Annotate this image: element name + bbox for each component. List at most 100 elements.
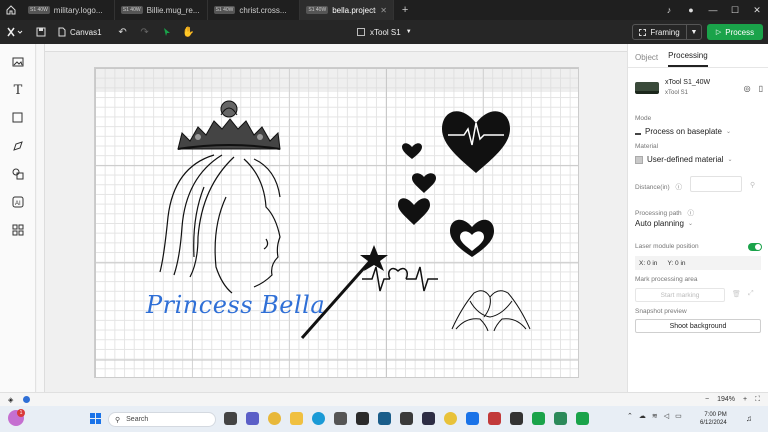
design-art[interactable] bbox=[94, 67, 579, 378]
tab-object[interactable]: Object bbox=[635, 53, 658, 67]
app-menu-icon[interactable] bbox=[0, 20, 30, 44]
mail-icon[interactable] bbox=[466, 412, 479, 425]
new-tab-icon[interactable]: + bbox=[394, 4, 416, 16]
taskbar-search[interactable]: ⚲ Search bbox=[108, 412, 216, 427]
select-tool-icon[interactable] bbox=[156, 20, 178, 44]
tab-bella[interactable]: S1 40W bella.projects ✕ bbox=[300, 0, 394, 20]
app-icon[interactable] bbox=[378, 412, 391, 425]
snapshot-label: Snapshot preview bbox=[635, 308, 687, 315]
redo-icon[interactable]: ↷ bbox=[134, 20, 156, 44]
hand-tool-icon[interactable]: ✋ bbox=[178, 20, 200, 44]
app-icon[interactable] bbox=[532, 412, 545, 425]
maximize-icon[interactable]: ☐ bbox=[724, 5, 746, 16]
task-view-icon[interactable] bbox=[224, 412, 237, 425]
app-icon[interactable] bbox=[356, 412, 369, 425]
file-icon bbox=[58, 27, 66, 37]
xtool-app-icon[interactable] bbox=[576, 412, 589, 425]
tab-military[interactable]: S1 40W military.logo... bbox=[22, 0, 115, 20]
canvas-selector[interactable]: Canvas1 bbox=[58, 27, 102, 37]
path-select[interactable]: Auto planning ⌄ bbox=[635, 219, 693, 228]
volume-icon[interactable]: ◁ bbox=[664, 412, 669, 420]
expand-icon[interactable]: ⤢ bbox=[748, 290, 754, 298]
windows-start-icon[interactable] bbox=[90, 413, 101, 424]
trash-icon[interactable]: 🗑 bbox=[732, 290, 741, 298]
zoom-in-icon[interactable]: + bbox=[743, 396, 747, 403]
framing-button[interactable]: Framing ▼ bbox=[632, 24, 702, 40]
apps-icon[interactable] bbox=[10, 222, 26, 238]
close-window-icon[interactable]: ✕ bbox=[746, 5, 768, 16]
image-icon[interactable] bbox=[10, 54, 26, 70]
info-icon[interactable]: ⓘ bbox=[687, 210, 694, 217]
device-selector[interactable]: xTool S1 ▼ bbox=[357, 20, 412, 44]
user-icon[interactable]: ● bbox=[680, 5, 702, 15]
laser-position-toggle[interactable] bbox=[748, 243, 762, 251]
app-icon[interactable] bbox=[400, 412, 413, 425]
file-explorer-icon[interactable] bbox=[290, 412, 303, 425]
minimize-icon[interactable]: — bbox=[702, 5, 724, 15]
target-icon[interactable]: ◎ bbox=[744, 84, 751, 93]
svg-text:AI: AI bbox=[15, 201, 21, 207]
app-icon[interactable] bbox=[444, 412, 457, 425]
teams-icon[interactable] bbox=[246, 412, 259, 425]
elements-icon[interactable] bbox=[10, 166, 26, 182]
app-icon[interactable] bbox=[422, 412, 435, 425]
framing-label: Framing bbox=[650, 27, 680, 37]
save-icon[interactable] bbox=[30, 20, 52, 44]
text-icon[interactable]: T bbox=[10, 82, 26, 98]
store-icon[interactable] bbox=[334, 412, 347, 425]
tab-christ[interactable]: S1 40W christ.cross... bbox=[208, 0, 301, 20]
home-icon[interactable] bbox=[0, 0, 22, 20]
material-swatch-icon bbox=[635, 155, 643, 164]
process-button[interactable]: ▷ Process bbox=[707, 24, 763, 40]
status-dot-icon[interactable] bbox=[23, 396, 30, 403]
baseplate-icon bbox=[635, 128, 641, 135]
search-placeholder: Search bbox=[126, 416, 149, 423]
ai-icon[interactable]: AI bbox=[10, 194, 26, 210]
shoot-background-button[interactable]: Shoot background bbox=[635, 319, 761, 333]
zoom-level[interactable]: 194% bbox=[717, 396, 735, 403]
path-label: Processing path ⓘ bbox=[635, 207, 694, 217]
close-icon[interactable]: ✕ bbox=[380, 6, 387, 15]
panel-tabs: Object Processing bbox=[628, 44, 768, 68]
pen-icon[interactable] bbox=[10, 138, 26, 154]
mode-select[interactable]: Process on baseplate ⌄ bbox=[635, 127, 731, 136]
tab-billie[interactable]: S1 40W Billie.mug_re... bbox=[115, 0, 208, 20]
fit-screen-icon[interactable]: ⛶ bbox=[755, 396, 760, 404]
canvas-name: Canvas1 bbox=[70, 27, 102, 37]
canvas-area[interactable]: Princess Bella bbox=[37, 44, 627, 392]
battery-icon[interactable]: ▭ bbox=[675, 412, 682, 420]
distance-input[interactable] bbox=[690, 176, 742, 192]
search-icon: ⚲ bbox=[115, 416, 121, 424]
zoom-out-icon[interactable]: − bbox=[705, 396, 709, 403]
design-layer[interactable]: Princess Bella bbox=[94, 67, 579, 378]
device-full-name: xTool S1_40W bbox=[665, 79, 711, 86]
chevron-down-icon: ⌄ bbox=[687, 221, 693, 227]
wifi-icon[interactable]: ≋ bbox=[652, 412, 658, 420]
undo-icon[interactable]: ↶ bbox=[112, 20, 134, 44]
chrome-icon[interactable] bbox=[268, 412, 281, 425]
weather-icon[interactable]: ☁ bbox=[639, 412, 646, 420]
app-icon[interactable] bbox=[554, 412, 567, 425]
crown-graphic bbox=[177, 100, 281, 150]
bell-icon[interactable]: ♫ bbox=[746, 414, 752, 423]
princess-bella-text[interactable]: Princess Bella bbox=[146, 291, 325, 319]
bell-icon[interactable]: ♪ bbox=[658, 5, 680, 15]
link-icon[interactable]: ⚲ bbox=[750, 181, 755, 189]
process-label: Process bbox=[725, 27, 755, 37]
tab-processing[interactable]: Processing bbox=[668, 51, 708, 67]
start-marking-button[interactable]: Start marking bbox=[635, 288, 725, 302]
laser-position-label: Laser module position bbox=[635, 243, 699, 250]
clipboard-icon[interactable]: ▯ bbox=[759, 84, 763, 93]
edge-icon[interactable] bbox=[312, 412, 325, 425]
title-bar: S1 40W military.logo... S1 40W Billie.mu… bbox=[0, 0, 768, 20]
app-icon[interactable] bbox=[488, 412, 501, 425]
chevron-down-icon[interactable]: ▼ bbox=[687, 29, 701, 36]
layers-icon[interactable]: ◈ bbox=[8, 396, 13, 404]
clock[interactable]: 7:00 PM 6/12/2024 bbox=[700, 411, 727, 427]
laser-xy-box[interactable]: X: 0 in Y: 0 in bbox=[635, 256, 761, 270]
app-icon[interactable] bbox=[510, 412, 523, 425]
info-icon[interactable]: ⓘ bbox=[676, 184, 683, 191]
material-select[interactable]: User-defined material ⌄ bbox=[635, 155, 733, 164]
shape-icon[interactable] bbox=[10, 110, 26, 126]
chevron-up-icon[interactable]: ⌃ bbox=[627, 412, 633, 420]
